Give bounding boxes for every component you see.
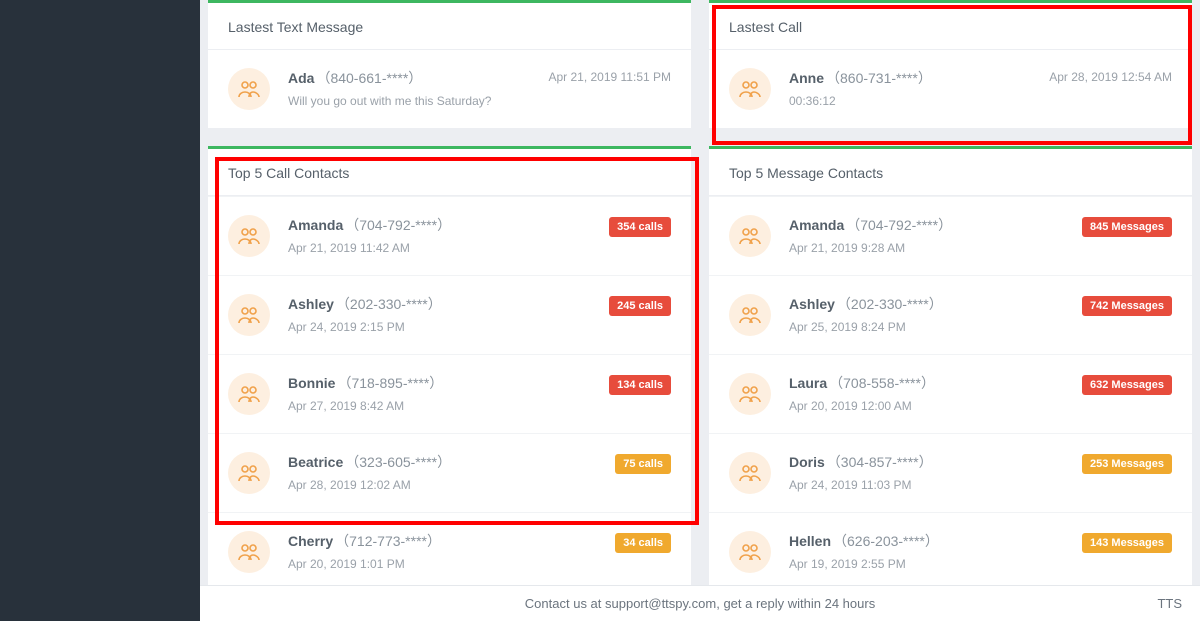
sidebar [0,0,200,621]
top-msgs-card: Top 5 Message Contacts Amanda（704-792-**… [709,146,1192,591]
avatar-icon [228,452,270,494]
avatar-icon [228,215,270,257]
entry-body: Amanda（704-792-****） Apr 21, 2019 9:28 AM [789,215,1070,255]
timestamp: Apr 21, 2019 9:28 AM [789,241,1070,255]
avatar-icon [729,294,771,336]
list-item[interactable]: Laura（708-558-****） Apr 20, 2019 12:00 AM… [709,354,1192,433]
entry-body: Anne（860-731-****） 00:36:12 [789,68,1037,108]
avatar-icon [228,294,270,336]
list-item[interactable]: Bonnie（718-895-****） Apr 27, 2019 8:42 AM… [208,354,691,433]
list-item[interactable]: Amanda（704-792-****） Apr 21, 2019 9:28 AM… [709,196,1192,275]
latest-text-title: Lastest Text Message [208,3,691,50]
contact-name: Ada [288,70,314,86]
contact-phone: （202-330-****） [837,296,943,312]
content-area: Lastest Text Message Ada（840-661-****） W… [200,0,1200,621]
list-item[interactable]: Amanda（704-792-****） Apr 21, 2019 11:42 A… [208,196,691,275]
list-item[interactable]: Ashley（202-330-****） Apr 25, 2019 8:24 PM… [709,275,1192,354]
latest-call-card: Lastest Call Anne（860-731-****） 00:36:12… [709,0,1192,128]
list-item[interactable]: Doris（304-857-****） Apr 24, 2019 11:03 PM… [709,433,1192,512]
contact-phone: （202-330-****） [336,296,442,312]
top-calls-title: Top 5 Call Contacts [208,149,691,196]
top-msgs-title: Top 5 Message Contacts [709,149,1192,196]
latest-text-card: Lastest Text Message Ada（840-661-****） W… [208,0,691,128]
entry-body: Ada（840-661-****） Will you go out with m… [288,68,536,108]
contact-name: Amanda [789,217,844,233]
avatar-icon [228,373,270,415]
contact-phone: （712-773-****） [335,533,441,549]
count-badge: 134 calls [609,375,671,395]
count-badge: 75 calls [615,454,671,474]
contact-name: Ashley [789,296,835,312]
avatar-icon [228,68,270,110]
entry-body: Ashley（202-330-****） Apr 24, 2019 2:15 PM [288,294,597,334]
avatar-icon [729,531,771,573]
count-badge: 354 calls [609,217,671,237]
timestamp: Apr 20, 2019 12:00 AM [789,399,1070,413]
footer-brand: TTS [1157,596,1182,611]
timestamp: Apr 24, 2019 2:15 PM [288,320,597,334]
avatar-icon [729,215,771,257]
contact-name: Anne [789,70,824,86]
latest-call-title: Lastest Call [709,3,1192,50]
timestamp: Apr 28, 2019 12:54 AM [1049,70,1172,84]
count-badge: 143 Messages [1082,533,1172,553]
timestamp: Apr 24, 2019 11:03 PM [789,478,1070,492]
contact-phone: （626-203-****） [833,533,939,549]
list-item[interactable]: Ashley（202-330-****） Apr 24, 2019 2:15 PM… [208,275,691,354]
entry-body: Cherry（712-773-****） Apr 20, 2019 1:01 PM [288,531,603,571]
contact-phone: （860-731-****） [826,70,932,86]
contact-name: Cherry [288,533,333,549]
count-badge: 742 Messages [1082,296,1172,316]
message-preview: Will you go out with me this Saturday? [288,94,536,108]
contact-phone: （840-661-****） [316,70,422,86]
timestamp: Apr 27, 2019 8:42 AM [288,399,597,413]
footer-text: Contact us at support@ttspy.com, get a r… [525,596,875,611]
contact-name: Laura [789,375,827,391]
contact-name: Bonnie [288,375,335,391]
entry-body: Doris（304-857-****） Apr 24, 2019 11:03 PM [789,452,1070,492]
contact-phone: （718-895-****） [337,375,443,391]
avatar-icon [729,68,771,110]
contact-phone: （323-605-****） [345,454,451,470]
contact-name: Doris [789,454,825,470]
contact-phone: （704-792-****） [345,217,451,233]
avatar-icon [228,531,270,573]
entry-body: Bonnie（718-895-****） Apr 27, 2019 8:42 AM [288,373,597,413]
timestamp: Apr 28, 2019 12:02 AM [288,478,603,492]
latest-call-entry[interactable]: Anne（860-731-****） 00:36:12 Apr 28, 2019… [709,50,1192,128]
timestamp: Apr 25, 2019 8:24 PM [789,320,1070,334]
latest-text-entry[interactable]: Ada（840-661-****） Will you go out with m… [208,50,691,128]
top-calls-card: Top 5 Call Contacts Amanda（704-792-****）… [208,146,691,591]
timestamp: Apr 20, 2019 1:01 PM [288,557,603,571]
contact-phone: （304-857-****） [827,454,933,470]
list-item[interactable]: Beatrice（323-605-****） Apr 28, 2019 12:02… [208,433,691,512]
timestamp: Apr 19, 2019 2:55 PM [789,557,1070,571]
entry-body: Amanda（704-792-****） Apr 21, 2019 11:42 A… [288,215,597,255]
avatar-icon [729,452,771,494]
contact-phone: （708-558-****） [829,375,935,391]
count-badge: 845 Messages [1082,217,1172,237]
contact-name: Beatrice [288,454,343,470]
list-item[interactable]: Cherry（712-773-****） Apr 20, 2019 1:01 PM… [208,512,691,591]
contact-name: Hellen [789,533,831,549]
contact-name: Amanda [288,217,343,233]
count-badge: 34 calls [615,533,671,553]
entry-body: Ashley（202-330-****） Apr 25, 2019 8:24 PM [789,294,1070,334]
count-badge: 632 Messages [1082,375,1172,395]
list-item[interactable]: Hellen（626-203-****） Apr 19, 2019 2:55 PM… [709,512,1192,591]
count-badge: 245 calls [609,296,671,316]
entry-body: Beatrice（323-605-****） Apr 28, 2019 12:02… [288,452,603,492]
timestamp: Apr 21, 2019 11:42 AM [288,241,597,255]
timestamp: Apr 21, 2019 11:51 PM [548,70,671,84]
call-duration: 00:36:12 [789,94,1037,108]
entry-body: Hellen（626-203-****） Apr 19, 2019 2:55 PM [789,531,1070,571]
footer: Contact us at support@ttspy.com, get a r… [200,585,1200,621]
entry-body: Laura（708-558-****） Apr 20, 2019 12:00 AM [789,373,1070,413]
contact-name: Ashley [288,296,334,312]
avatar-icon [729,373,771,415]
count-badge: 253 Messages [1082,454,1172,474]
contact-phone: （704-792-****） [846,217,952,233]
